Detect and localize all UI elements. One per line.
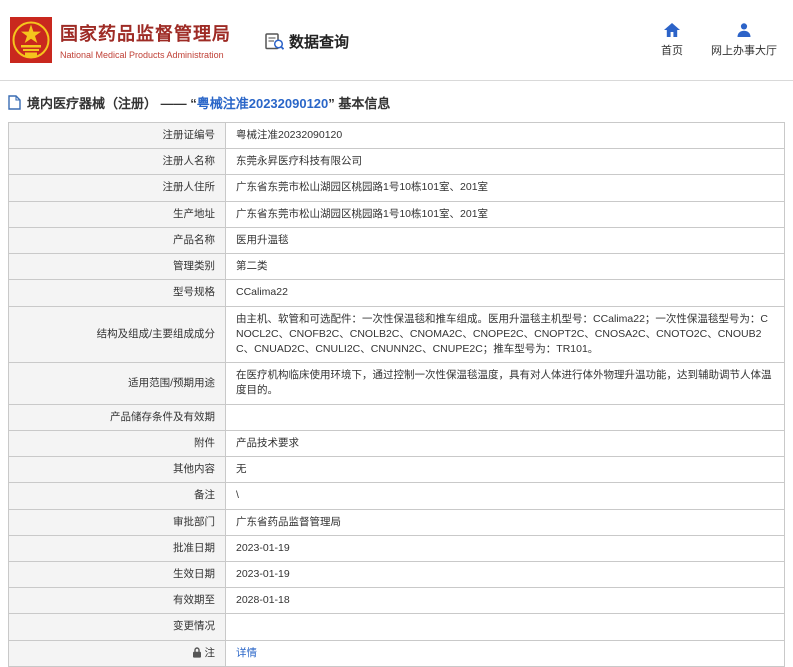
- field-value: CCalima22: [225, 279, 785, 307]
- table-row: 备注 \: [8, 482, 785, 510]
- nav-service-hall[interactable]: 网上办事大厅: [711, 22, 777, 58]
- nav-service-hall-label: 网上办事大厅: [711, 44, 777, 57]
- table-row-note: 注 详情: [8, 639, 785, 667]
- document-icon: [8, 95, 21, 110]
- field-value: 广东省东莞市松山湖园区桃园路1号10栋101室、201室: [225, 200, 785, 228]
- agency-name-en: National Medical Products Administration: [60, 50, 224, 60]
- brand-text: 国家药品监督管理局 National Medical Products Admi…: [60, 20, 231, 60]
- page-title-text: 境内医疗器械（注册） —— “粤械注准20232090120” 基本信息: [27, 96, 391, 111]
- field-label: 注册人名称: [8, 148, 226, 176]
- field-value: 详情: [225, 639, 785, 667]
- table-row: 批准日期 2023-01-19: [8, 534, 785, 562]
- brand: 国家药品监督管理局 National Medical Products Admi…: [10, 17, 231, 63]
- table-row: 生效日期 2023-01-19: [8, 560, 785, 589]
- field-label: 产品储存条件及有效期: [8, 403, 226, 431]
- field-label: 有效期至: [8, 587, 226, 615]
- table-row: 注册人名称 东莞永昇医疗科技有限公司: [8, 148, 785, 176]
- field-label: 结构及组成/主要组成成分: [8, 305, 226, 364]
- field-value: 粤械注准20232090120: [225, 121, 785, 150]
- person-icon: [737, 22, 751, 37]
- field-value: 东莞永昇医疗科技有限公司: [225, 148, 785, 176]
- table-row: 产品名称 医用升温毯: [8, 226, 785, 255]
- field-value: 广东省药品监督管理局: [225, 508, 785, 536]
- field-label: 适用范围/预期用途: [8, 362, 226, 405]
- data-query-heading: 数据查询: [265, 31, 349, 52]
- table-row: 结构及组成/主要组成成分 由主机、软管和可选配件：一次性保温毯和推车组成。医用升…: [8, 305, 785, 364]
- home-icon: [664, 22, 680, 37]
- page-title: 境内医疗器械（注册） —— “粤械注准20232090120” 基本信息: [0, 81, 793, 120]
- field-label: 产品名称: [8, 226, 226, 255]
- agency-name: 国家药品监督管理局: [60, 24, 231, 44]
- table-row: 生产地址 广东省东莞市松山湖园区桃园路1号10栋101室、201室: [8, 200, 785, 228]
- lock-icon: [192, 646, 201, 658]
- data-query-title: 数据查询: [289, 33, 350, 51]
- field-label: 批准日期: [8, 534, 226, 562]
- field-label: 注册人住所: [8, 174, 226, 202]
- table-row: 注册人住所 广东省东莞市松山湖园区桃园路1号10栋101室、201室: [8, 174, 785, 202]
- field-value: 2028-01-18: [225, 587, 785, 615]
- field-label: 审批部门: [8, 508, 226, 536]
- registration-number: 粤械注准20232090120: [196, 96, 329, 111]
- national-emblem: [10, 17, 52, 63]
- detail-link[interactable]: 详情: [236, 647, 257, 659]
- field-value: 2023-01-19: [225, 560, 785, 589]
- field-value: 广东省东莞市松山湖园区桃园路1号10栋101室、201室: [225, 174, 785, 202]
- registration-info-table: 注册证编号 粤械注准20232090120 注册人名称 东莞永昇医疗科技有限公司…: [8, 121, 785, 667]
- table-row: 适用范围/预期用途 在医疗机构临床使用环境下，通过控制一次性保温毯温度，具有对人…: [8, 362, 785, 405]
- field-value: 产品技术要求: [225, 429, 785, 458]
- nav-home-label: 首页: [661, 44, 683, 57]
- field-value: [225, 403, 785, 431]
- table-row: 型号规格 CCalima22: [8, 279, 785, 307]
- field-value: 在医疗机构临床使用环境下，通过控制一次性保温毯温度，具有对人体进行体外物理升温功…: [225, 362, 785, 405]
- data-query-icon: [265, 32, 284, 50]
- table-row: 产品储存条件及有效期: [8, 403, 785, 431]
- field-label: 生效日期: [8, 560, 226, 589]
- field-label: 其他内容: [8, 456, 226, 484]
- field-label: 附件: [8, 429, 226, 458]
- field-label: 生产地址: [8, 200, 226, 228]
- field-label: 管理类别: [8, 253, 226, 281]
- table-row: 其他内容 无: [8, 456, 785, 484]
- field-label: 变更情况: [8, 613, 226, 641]
- field-label: 注册证编号: [8, 121, 226, 150]
- nav-home[interactable]: 首页: [661, 22, 683, 58]
- field-label: 注: [8, 639, 226, 667]
- header: 国家药品监督管理局 National Medical Products Admi…: [0, 0, 793, 81]
- field-label: 备注: [8, 482, 226, 510]
- field-value: 2023-01-19: [225, 534, 785, 562]
- table-row: 有效期至 2028-01-18: [8, 587, 785, 615]
- field-value: 医用升温毯: [225, 226, 785, 255]
- table-row: 管理类别 第二类: [8, 253, 785, 281]
- table-row: 审批部门 广东省药品监督管理局: [8, 508, 785, 536]
- field-value: 第二类: [225, 253, 785, 281]
- table-row: 变更情况: [8, 613, 785, 641]
- table-row: 注册证编号 粤械注准20232090120: [8, 121, 785, 150]
- field-label: 型号规格: [8, 279, 226, 307]
- table-row: 附件 产品技术要求: [8, 429, 785, 458]
- field-value: [225, 613, 785, 641]
- header-nav: 首页 网上办事大厅: [661, 22, 777, 58]
- field-value: 由主机、软管和可选配件：一次性保温毯和推车组成。医用升温毯主机型号：CCalim…: [225, 305, 785, 364]
- field-value: 无: [225, 456, 785, 484]
- note-label: 注: [204, 646, 216, 659]
- field-value: \: [225, 482, 785, 510]
